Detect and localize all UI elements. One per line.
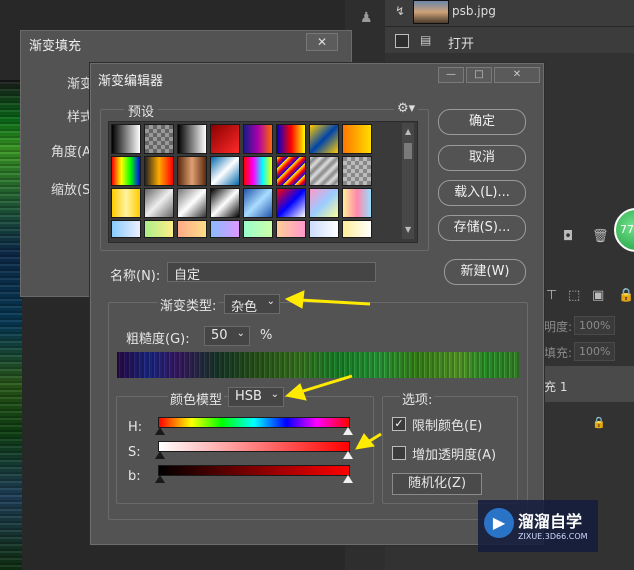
annotation-overlay xyxy=(284,290,382,450)
annotation-arrow xyxy=(284,290,371,309)
play-logo-icon: ▶ xyxy=(484,508,514,538)
annotation-arrow xyxy=(284,374,353,401)
watermark-subtitle: ZIXUE.3D66.COM xyxy=(518,532,588,541)
watermark-title: 溜溜自学 xyxy=(518,512,583,531)
annotation-arrow xyxy=(355,432,382,450)
watermark: ▶ 溜溜自学 ZIXUE.3D66.COM xyxy=(478,500,598,552)
